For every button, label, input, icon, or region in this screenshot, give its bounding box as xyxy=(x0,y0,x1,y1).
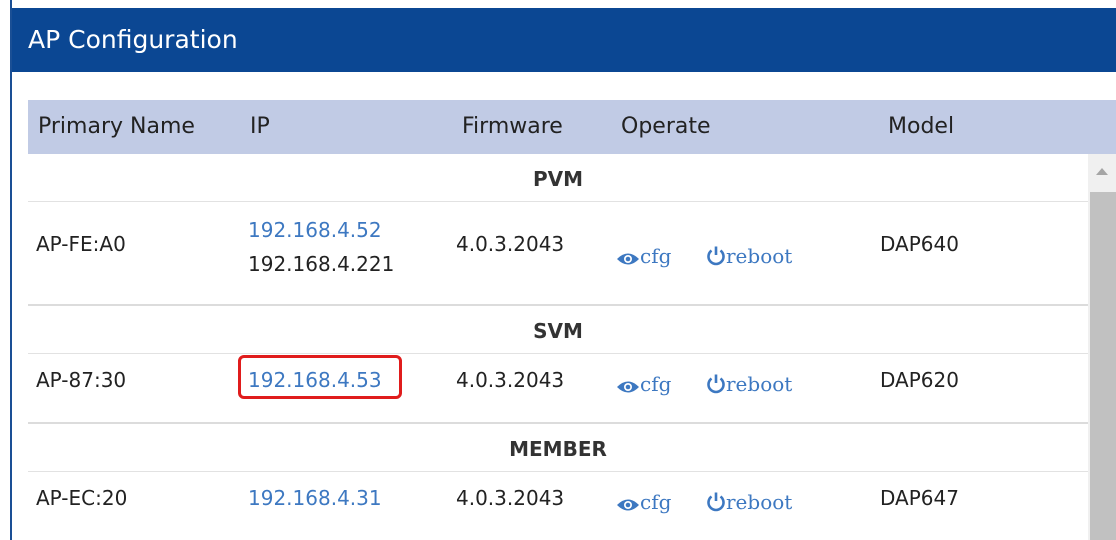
model-name: DAP647 xyxy=(880,486,959,510)
reboot-button[interactable]: reboot xyxy=(706,372,792,396)
cfg-button[interactable]: cfg xyxy=(616,244,671,268)
table-row: AP-87:30 192.168.4.53 4.0.3.2043 cfg reb… xyxy=(28,354,1088,424)
reboot-button[interactable]: reboot xyxy=(706,490,792,514)
table-header: Primary Name IP Firmware Operate Model xyxy=(28,100,1116,154)
cfg-label: cfg xyxy=(640,372,672,396)
model-name: DAP620 xyxy=(880,368,959,392)
table-body: PVM AP-FE:A0 192.168.4.52 192.168.4.221 … xyxy=(28,154,1088,540)
ip-secondary: 192.168.4.221 xyxy=(248,252,395,276)
model-name: DAP640 xyxy=(880,232,959,256)
firmware-version: 4.0.3.2043 xyxy=(456,232,565,256)
eye-icon xyxy=(617,499,639,511)
group-header-svm: SVM xyxy=(28,306,1088,354)
group-header-pvm: PVM xyxy=(28,154,1088,202)
ap-name: AP-FE:A0 xyxy=(36,232,126,256)
cfg-label: cfg xyxy=(640,244,672,268)
reboot-label: reboot xyxy=(726,490,793,514)
cfg-button[interactable]: cfg xyxy=(616,372,671,396)
panel-title: AP Configuration xyxy=(12,8,1116,72)
eye-icon xyxy=(617,253,639,265)
header-ip: IP xyxy=(250,114,270,139)
reboot-label: reboot xyxy=(726,244,793,268)
ip-link[interactable]: 192.168.4.31 xyxy=(248,486,382,510)
header-primary-name: Primary Name xyxy=(38,114,195,139)
cfg-button[interactable]: cfg xyxy=(616,490,671,514)
power-icon xyxy=(707,246,725,266)
power-icon xyxy=(707,374,725,394)
cfg-label: cfg xyxy=(640,490,672,514)
highlight-box xyxy=(238,355,402,399)
firmware-version: 4.0.3.2043 xyxy=(456,368,565,392)
ap-name: AP-87:30 xyxy=(36,368,127,392)
eye-icon xyxy=(617,381,639,393)
header-model: Model xyxy=(888,114,955,139)
group-header-member: MEMBER xyxy=(28,424,1088,472)
scrollbar[interactable] xyxy=(1088,154,1116,540)
ip-link[interactable]: 192.168.4.52 xyxy=(248,218,382,242)
scroll-thumb[interactable] xyxy=(1090,192,1116,540)
scroll-up-arrow-icon[interactable] xyxy=(1096,168,1108,175)
header-firmware: Firmware xyxy=(462,114,563,139)
header-operate: Operate xyxy=(621,114,711,139)
reboot-button[interactable]: reboot xyxy=(706,244,792,268)
reboot-label: reboot xyxy=(726,372,793,396)
firmware-version: 4.0.3.2043 xyxy=(456,486,565,510)
table-row: AP-EC:20 192.168.4.31 4.0.3.2043 cfg reb… xyxy=(28,472,1088,540)
ap-name: AP-EC:20 xyxy=(36,486,128,510)
table-row: AP-FE:A0 192.168.4.52 192.168.4.221 4.0.… xyxy=(28,202,1088,306)
power-icon xyxy=(707,492,725,512)
